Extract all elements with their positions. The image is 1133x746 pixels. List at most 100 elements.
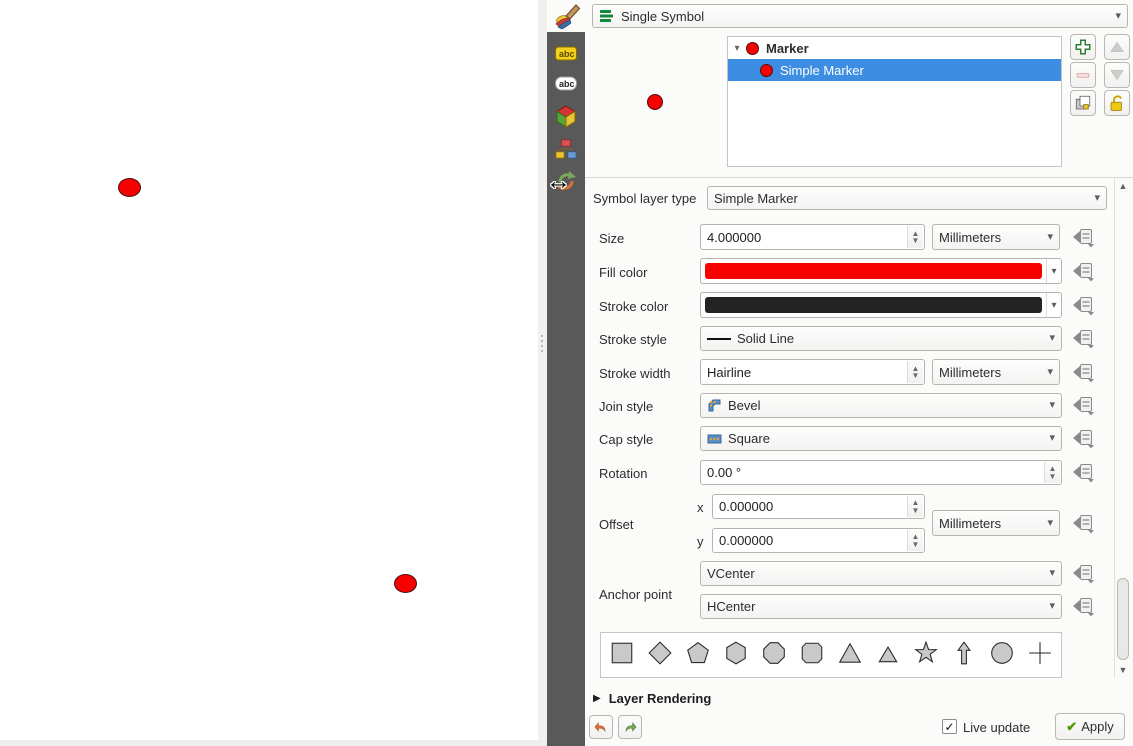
rotation-spinner[interactable]: ▲▼ [1044, 462, 1060, 483]
symbol-layer-type-combobox[interactable]: Simple Marker ▾ [707, 186, 1107, 210]
offset-x-spinner[interactable]: ▲▼ [907, 496, 923, 517]
shape-diamond-icon[interactable] [641, 636, 679, 670]
size-input[interactable]: 4.000000 ▲▼ [700, 224, 925, 250]
scroll-up-icon[interactable]: ▲ [1116, 181, 1130, 191]
lock-colors-button[interactable] [1104, 90, 1130, 116]
stroke-style-data-override-button[interactable] [1070, 326, 1095, 350]
check-icon: ✓ [944, 720, 954, 734]
scroll-down-icon[interactable]: ▼ [1116, 665, 1130, 675]
shape-arrow-up-icon[interactable] [945, 636, 983, 670]
form-scrollbar[interactable]: ▲ ▼ [1114, 178, 1130, 678]
renderer-combobox[interactable]: Single Symbol ▾ [592, 4, 1128, 28]
anchor-vertical-combobox[interactable]: VCenter ▾ [700, 561, 1062, 586]
offset-unit-combobox[interactable]: Millimeters ▾ [932, 510, 1060, 536]
size-spinner[interactable]: ▲▼ [907, 226, 923, 248]
remove-symbol-layer-button[interactable] [1070, 62, 1096, 88]
shape-semicircle-2-icon[interactable] [945, 676, 983, 678]
offset-y-input[interactable]: 0.000000 ▲▼ [712, 528, 925, 553]
redo-button[interactable] [618, 715, 642, 739]
tree-row-simple-marker[interactable]: Simple Marker [728, 59, 1061, 81]
shape-cross-icon[interactable] [1021, 636, 1059, 670]
offset-label: Offset [599, 517, 633, 532]
labels-tab[interactable]: abc [553, 41, 579, 65]
duplicate-layer-button[interactable] [1070, 90, 1096, 116]
shape-diagonal-2-icon[interactable] [869, 676, 907, 678]
fill-color-data-override-button[interactable] [1070, 259, 1095, 283]
symbol-layers-tree[interactable]: ▾ Marker Simple Marker [727, 36, 1062, 167]
shape-arc-right-icon[interactable] [831, 676, 869, 678]
cap-style-combobox[interactable]: Square ▾ [700, 426, 1062, 451]
single-symbol-icon [599, 8, 615, 24]
scrollbar-thumb[interactable] [1117, 578, 1129, 660]
tree-root-label: Marker [766, 41, 809, 56]
rotation-data-override-button[interactable] [1070, 460, 1095, 484]
fill-color-button[interactable]: ▾ [700, 258, 1062, 284]
shape-circle-icon[interactable] [983, 636, 1021, 670]
apply-button[interactable]: ✔ Apply [1055, 713, 1125, 740]
shape-hexagon-icon[interactable] [717, 636, 755, 670]
data-defined-override-icon [1071, 427, 1095, 449]
marker-shape-picker[interactable] [600, 632, 1062, 678]
stroke-color-data-override-button[interactable] [1070, 293, 1095, 317]
rotation-input[interactable]: 0.00 ° ▲▼ [700, 460, 1062, 485]
shape-octagon-icon[interactable] [755, 636, 793, 670]
map-canvas[interactable] [0, 0, 538, 740]
join-style-combobox[interactable]: Bevel ▾ [700, 393, 1062, 418]
undo-button[interactable] [589, 715, 613, 739]
shape-bar-icon[interactable] [603, 676, 641, 678]
shape-quarter-circle-icon[interactable] [983, 676, 1021, 678]
annotations-tab[interactable]: abc [553, 72, 579, 96]
svg-text:abc: abc [559, 79, 575, 89]
stroke-color-dropdown-arrow[interactable]: ▾ [1046, 293, 1061, 317]
expand-arrow-icon[interactable]: ▾ [728, 43, 746, 54]
tree-row-marker[interactable]: ▾ Marker [728, 37, 1061, 59]
stroke-width-data-override-button[interactable] [1070, 360, 1095, 384]
cap-style-data-override-button[interactable] [1070, 426, 1095, 450]
layer-rendering-header[interactable]: ▶ Layer Rendering [593, 691, 711, 706]
stroke-width-spinner[interactable]: ▲▼ [907, 361, 923, 383]
anchor-horizontal-data-override-button[interactable] [1070, 594, 1095, 618]
offset-y-spinner[interactable]: ▲▼ [907, 530, 923, 551]
offset-x-label: x [697, 500, 704, 515]
add-symbol-layer-button[interactable] [1070, 34, 1096, 60]
stroke-width-unit-combobox[interactable]: Millimeters ▾ [932, 359, 1060, 385]
join-style-data-override-button[interactable] [1070, 393, 1095, 417]
shape-diagonal-icon[interactable] [641, 676, 679, 678]
shape-pentagon-icon[interactable] [679, 636, 717, 670]
shape-star-icon[interactable] [907, 636, 945, 670]
cap-style-label: Cap style [599, 432, 653, 447]
move-layer-down-button[interactable] [1104, 62, 1130, 88]
shape-triangle-icon[interactable] [831, 636, 869, 670]
size-unit-combobox[interactable]: Millimeters ▾ [932, 224, 1060, 250]
panel-splitter[interactable] [538, 0, 547, 740]
data-defined-override-icon [1071, 394, 1095, 416]
shape-semicircle-icon[interactable] [755, 676, 793, 678]
stroke-color-button[interactable]: ▾ [700, 292, 1062, 318]
live-update-checkbox[interactable]: ✓ [942, 719, 957, 734]
offset-data-override-button[interactable] [1070, 511, 1095, 535]
stroke-width-value: Hairline [707, 365, 751, 380]
stroke-style-combobox[interactable]: Solid Line ▾ [700, 326, 1062, 351]
size-data-override-button[interactable] [1070, 225, 1095, 249]
shape-half-square-icon[interactable] [1021, 676, 1059, 678]
fill-color-dropdown-arrow[interactable]: ▾ [1046, 259, 1061, 283]
3d-view-tab[interactable] [553, 103, 579, 131]
shape-arrowhead-icon[interactable] [907, 676, 945, 678]
move-layer-up-button[interactable] [1104, 34, 1130, 60]
offset-x-input[interactable]: 0.000000 ▲▼ [712, 494, 925, 519]
diagrams-tab[interactable] [553, 136, 579, 162]
chevron-down-icon: ▾ [1115, 11, 1121, 22]
anchor-horizontal-combobox[interactable]: HCenter ▾ [700, 594, 1062, 619]
shape-square-icon[interactable] [603, 636, 641, 670]
shape-line-icon[interactable] [717, 676, 755, 678]
shape-arc-left-icon[interactable] [793, 676, 831, 678]
symbology-tab[interactable] [552, 3, 582, 31]
shape-equilateral-triangle-icon[interactable] [869, 636, 907, 670]
shape-rounded-square-icon[interactable] [793, 636, 831, 670]
anchor-vertical-data-override-button[interactable] [1070, 561, 1095, 585]
stroke-width-input[interactable]: Hairline ▲▼ [700, 359, 925, 385]
shape-chevron-icon[interactable] [679, 676, 717, 678]
rotation-value: 0.00 ° [707, 465, 741, 480]
chevron-down-icon: ▾ [1047, 367, 1053, 378]
square-cap-icon [707, 433, 722, 445]
